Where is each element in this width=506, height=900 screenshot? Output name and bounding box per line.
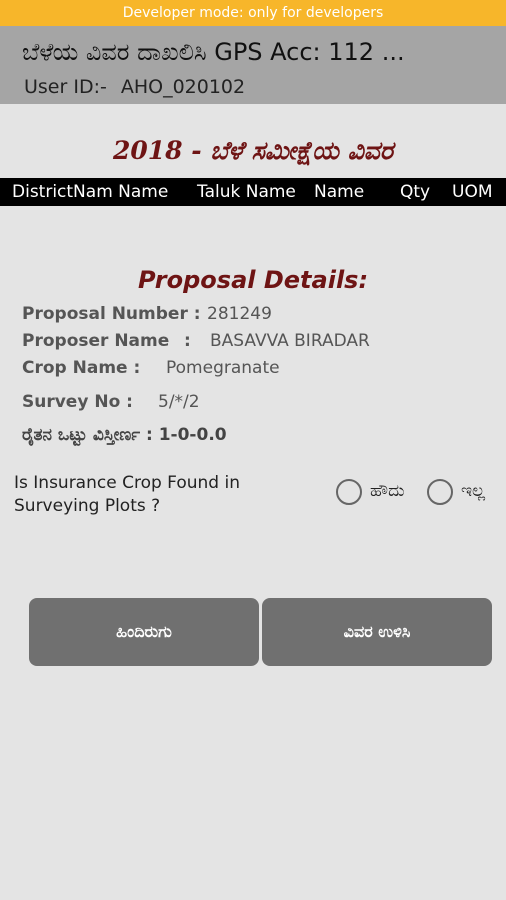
column-uom: UOM: [452, 182, 493, 202]
table-header: DistrictNam Name Taluk Name Name Qty UOM: [0, 178, 506, 206]
column-district: DistrictNam Name: [12, 182, 169, 202]
survey-no-value: 5/*/2: [158, 392, 200, 412]
column-name: Name: [314, 182, 365, 202]
column-qty: Qty: [400, 182, 431, 202]
proposal-number-label: Proposal Number :: [22, 304, 201, 324]
proposer-name-colon: :: [184, 331, 191, 351]
proposal-heading: Proposal Details:: [137, 266, 369, 294]
crop-name-value: Pomegranate: [166, 358, 280, 378]
radio-no-label[interactable]: ಇಲ್ಲ: [461, 481, 485, 501]
question-line-2: Surveying Plots ?: [14, 496, 161, 516]
radio-yes[interactable]: [336, 479, 362, 505]
total-area-label: ರೈತನ ಒಟ್ಟು ವಿಸ್ತೀರ್ಣ : 1-0-0.0: [22, 425, 227, 445]
proposer-name-label: Proposer Name: [22, 331, 170, 351]
user-id-label: User ID:-: [24, 76, 107, 98]
radio-no[interactable]: [427, 479, 453, 505]
survey-title: 2018 - ಬೆಳೆ ಸಮೀಕ್ಷೆಯ ವಿವರ: [112, 136, 394, 165]
app-header: ಬೆಳೆಯ ವಿವರ ದಾಖಲಿಸಿ GPS Acc: 112 ... User…: [0, 26, 506, 104]
proposal-number-value: 281249: [207, 304, 272, 324]
developer-mode-banner: Developer mode: only for developers: [0, 0, 506, 26]
header-title: ಬೆಳೆಯ ವಿವರ ದಾಖಲಿಸಿ GPS Acc: 112 ...: [22, 38, 405, 66]
crop-name-label: Crop Name :: [22, 358, 141, 378]
column-taluk: Taluk Name: [197, 182, 296, 202]
save-details-button[interactable]: ವಿವರ ಉಳಿಸಿ: [262, 598, 492, 666]
user-id-row: User ID:- AHO_020102: [24, 76, 245, 98]
insurance-crop-question: Is Insurance Crop Found in Surveying Plo…: [14, 472, 314, 518]
radio-yes-label[interactable]: ಹೌದು: [370, 481, 405, 501]
question-line-1: Is Insurance Crop Found in: [14, 473, 240, 493]
survey-no-label: Survey No :: [22, 392, 133, 412]
proposer-name-value: BASAVVA BIRADAR: [210, 331, 370, 351]
user-id-value: AHO_020102: [120, 76, 246, 98]
back-button[interactable]: ಹಿಂದಿರುಗು: [29, 598, 259, 666]
